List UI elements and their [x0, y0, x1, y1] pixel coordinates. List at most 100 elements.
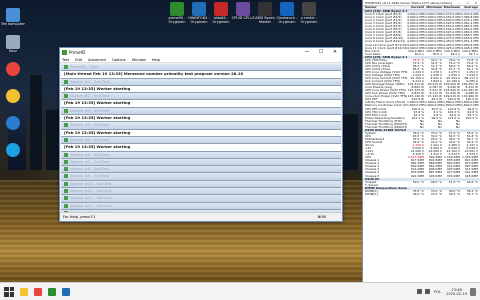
menu-item-advanced[interactable]: Advanced — [88, 58, 106, 62]
worker-window-title: Worker #5 - Self-Test — [70, 136, 110, 142]
taskbar-prime95[interactable] — [48, 287, 56, 296]
taskbar-explorer[interactable] — [20, 287, 28, 296]
app-icon-blue — [6, 116, 20, 130]
worker-window-titlebar[interactable]: Worker #10 - Self-Test — [61, 180, 341, 189]
notifications-icon[interactable] — [470, 287, 476, 296]
hwinfo-close-button[interactable]: ✕ — [472, 0, 480, 5]
hwinfo-shortcut[interactable]: HWiNFO64 - Oryginaln — [187, 2, 211, 24]
worker-window-title: Worker #2 - Self-Test — [70, 93, 110, 99]
worker-window-titlebar[interactable]: Worker #7 - Self-Test — [61, 158, 341, 167]
desktop-icon-label: Kosz — [9, 49, 17, 53]
worker-window-titlebar[interactable]: Worker #1 - Self-Test — [61, 78, 341, 86]
worker-window-titlebar[interactable]: Worker #2 - Self-Test — [61, 93, 341, 101]
menu-item-window[interactable]: Window — [132, 58, 146, 62]
prime95-app-icon — [62, 50, 67, 55]
worker-window-icon — [64, 137, 68, 142]
taskbar-chrome[interactable] — [34, 287, 42, 296]
worker-window-title: Worker #9 - Self-Test — [70, 173, 110, 179]
recycle-bin-shortcut[interactable]: Kosz — [1, 35, 25, 53]
start-button[interactable] — [4, 286, 14, 297]
minimize-button[interactable]: — — [300, 48, 314, 57]
cmder-shortcut[interactable]: z-cmder - Oryginaln — [297, 2, 321, 24]
prime95-window[interactable]: Prime95 — ☐ ✕ Test Edit Advanced Options Win… — [59, 47, 343, 222]
sensor-row[interactable]: DIMM[1] 36.0 °C 33.5 °C 36.5 °C 35.7 °C — [363, 193, 480, 196]
maximize-button[interactable]: ☐ — [314, 48, 328, 57]
desktop-icon-label: Cinebench - Oryginaln — [276, 16, 298, 24]
language-indicator[interactable]: POL — [434, 290, 441, 294]
desktop-icon-label: aida64 - Oryginaln — [212, 16, 230, 24]
system-tray: POL 13:48 2020-02-19 — [414, 287, 480, 296]
column-header-current[interactable]: Current — [407, 6, 425, 9]
taskbar-hwinfo[interactable] — [62, 287, 70, 296]
menu-item-edit[interactable]: Edit — [75, 58, 82, 62]
prime95-shortcut[interactable]: prime95 - Oryginaln — [165, 2, 189, 24]
worker-window-icon — [64, 196, 68, 201]
menu-item-test[interactable]: Test — [62, 58, 69, 62]
worker-window-titlebar[interactable]: Worker #3 - Self-Test — [61, 107, 341, 116]
ryzen-master-shortcut[interactable]: AMD Ryzen Master — [253, 2, 277, 24]
clock[interactable]: 13:48 2020-02-19 — [446, 288, 467, 296]
skyline-building — [342, 114, 358, 170]
column-header-average[interactable]: Average — [461, 6, 479, 9]
explorer-shortcut[interactable] — [1, 89, 25, 103]
worker-window-title: Worker #10 - Self-Test — [70, 180, 112, 186]
worker-window-title: Worker #11 - Self-Test — [70, 188, 112, 194]
app-icon-cyan — [6, 143, 20, 157]
hwinfo-minimize-button[interactable]: — — [456, 0, 464, 5]
cpuz-shortcut[interactable]: CPUID CPU-Z — [231, 2, 255, 20]
column-header-minimum[interactable]: Minimum — [425, 6, 443, 9]
cinebench-shortcut[interactable]: Cinebench - Oryginaln — [275, 2, 299, 24]
worker-log-line: [Feb 19 13:35] Worker starting — [61, 85, 341, 94]
this-pc-shortcut[interactable]: Ten komputer — [1, 8, 25, 26]
worker-window-title: Worker #1 - Self-Test — [70, 78, 110, 84]
hwinfo-sensor-window[interactable]: HWiNFO64 v6.11-3960 Sensor Status [175 v… — [362, 0, 480, 282]
worker-window-titlebar[interactable]: Worker #9 - Self-Test — [61, 173, 341, 181]
worker-log-line: [Feb 19 13:35] Worker starting — [61, 100, 341, 108]
network-icon[interactable] — [417, 289, 423, 294]
worker-window-titlebar[interactable]: Worker #5 - Self-Test — [61, 136, 341, 145]
skyline-building — [30, 75, 42, 170]
worker-log-line: [Feb 19 13:35] Worker starting — [61, 115, 341, 123]
desktop-icon-label: HWiNFO64 - Oryginaln — [188, 16, 210, 24]
worker-window-titlebar[interactable]: Worker #13 - Self-Test — [61, 202, 341, 210]
worker-log-line: [Feb 19 13:35] Worker starting — [61, 144, 341, 152]
hwinfo-maximize-button[interactable]: ☐ — [464, 0, 472, 5]
taskbar: POL 13:48 2020-02-19 — [0, 282, 480, 300]
worker-window-title: Worker #12 - Self-Test — [70, 195, 112, 201]
column-header-maximum[interactable]: Maximum — [443, 6, 461, 9]
worker-window-titlebar[interactable]: Worker #6 - Self-Test — [61, 151, 341, 159]
worker-log-line: [Main thread Feb 19 13:35] Mersenne numb… — [61, 71, 341, 79]
worker-log-text: [Feb 19 13:35] Worker starting — [64, 129, 131, 135]
worker-window-titlebar[interactable]: Prime95 - Main — [61, 64, 341, 72]
volume-icon[interactable] — [425, 289, 431, 294]
worker-window-titlebar[interactable]: Worker #8 - Self-Test — [61, 166, 341, 174]
worker-log-text: [Feb 19 13:35] Worker starting — [64, 85, 131, 91]
worker-window-title: Worker #8 - Self-Test — [70, 166, 110, 172]
sensor-value: 36.5 °C — [448, 192, 460, 196]
worker-window-titlebar[interactable]: Worker #12 - Self-Test — [61, 195, 341, 203]
skyline-building — [8, 100, 26, 170]
menu-item-help[interactable]: Help — [152, 58, 160, 62]
desktop-icon-label: AMD Ryzen Master — [255, 16, 275, 24]
clock-date: 2020-02-19 — [446, 291, 467, 296]
worker-log-text: [Feb 19 13:35] Worker starting — [64, 115, 131, 121]
app-cyan-shortcut[interactable] — [1, 143, 25, 157]
desktop-icon-label: z-cmder - Oryginaln — [300, 16, 318, 24]
column-header-sensor[interactable]: Sensor — [363, 6, 407, 9]
aida64-shortcut[interactable]: aida64 - Oryginaln — [209, 2, 233, 24]
desktop-icon-label: CPUID CPU-Z — [231, 16, 255, 20]
worker-window-titlebar[interactable]: Worker #4 - Self-Test — [61, 122, 341, 130]
worker-log-line: [Feb 19 13:35] Worker starting — [61, 129, 341, 137]
worker-window-icon — [64, 174, 68, 179]
menu-item-options[interactable]: Options — [112, 58, 126, 62]
close-button[interactable]: ✕ — [328, 48, 342, 57]
worker-window-titlebar[interactable]: Worker #11 - Self-Test — [61, 188, 341, 196]
sensor-name: DIMM[1] — [365, 192, 378, 196]
status-text: For Help, press F1 — [63, 215, 96, 219]
worker-log-text: [Main thread Feb 19 13:35] Mersenne numb… — [64, 71, 244, 77]
app-blue-shortcut[interactable] — [1, 116, 25, 130]
chrome-shortcut[interactable] — [1, 62, 25, 76]
explorer-icon — [6, 89, 20, 103]
chrome-icon — [6, 62, 20, 76]
prime95-titlebar[interactable]: Prime95 — ☐ ✕ — [60, 48, 342, 57]
